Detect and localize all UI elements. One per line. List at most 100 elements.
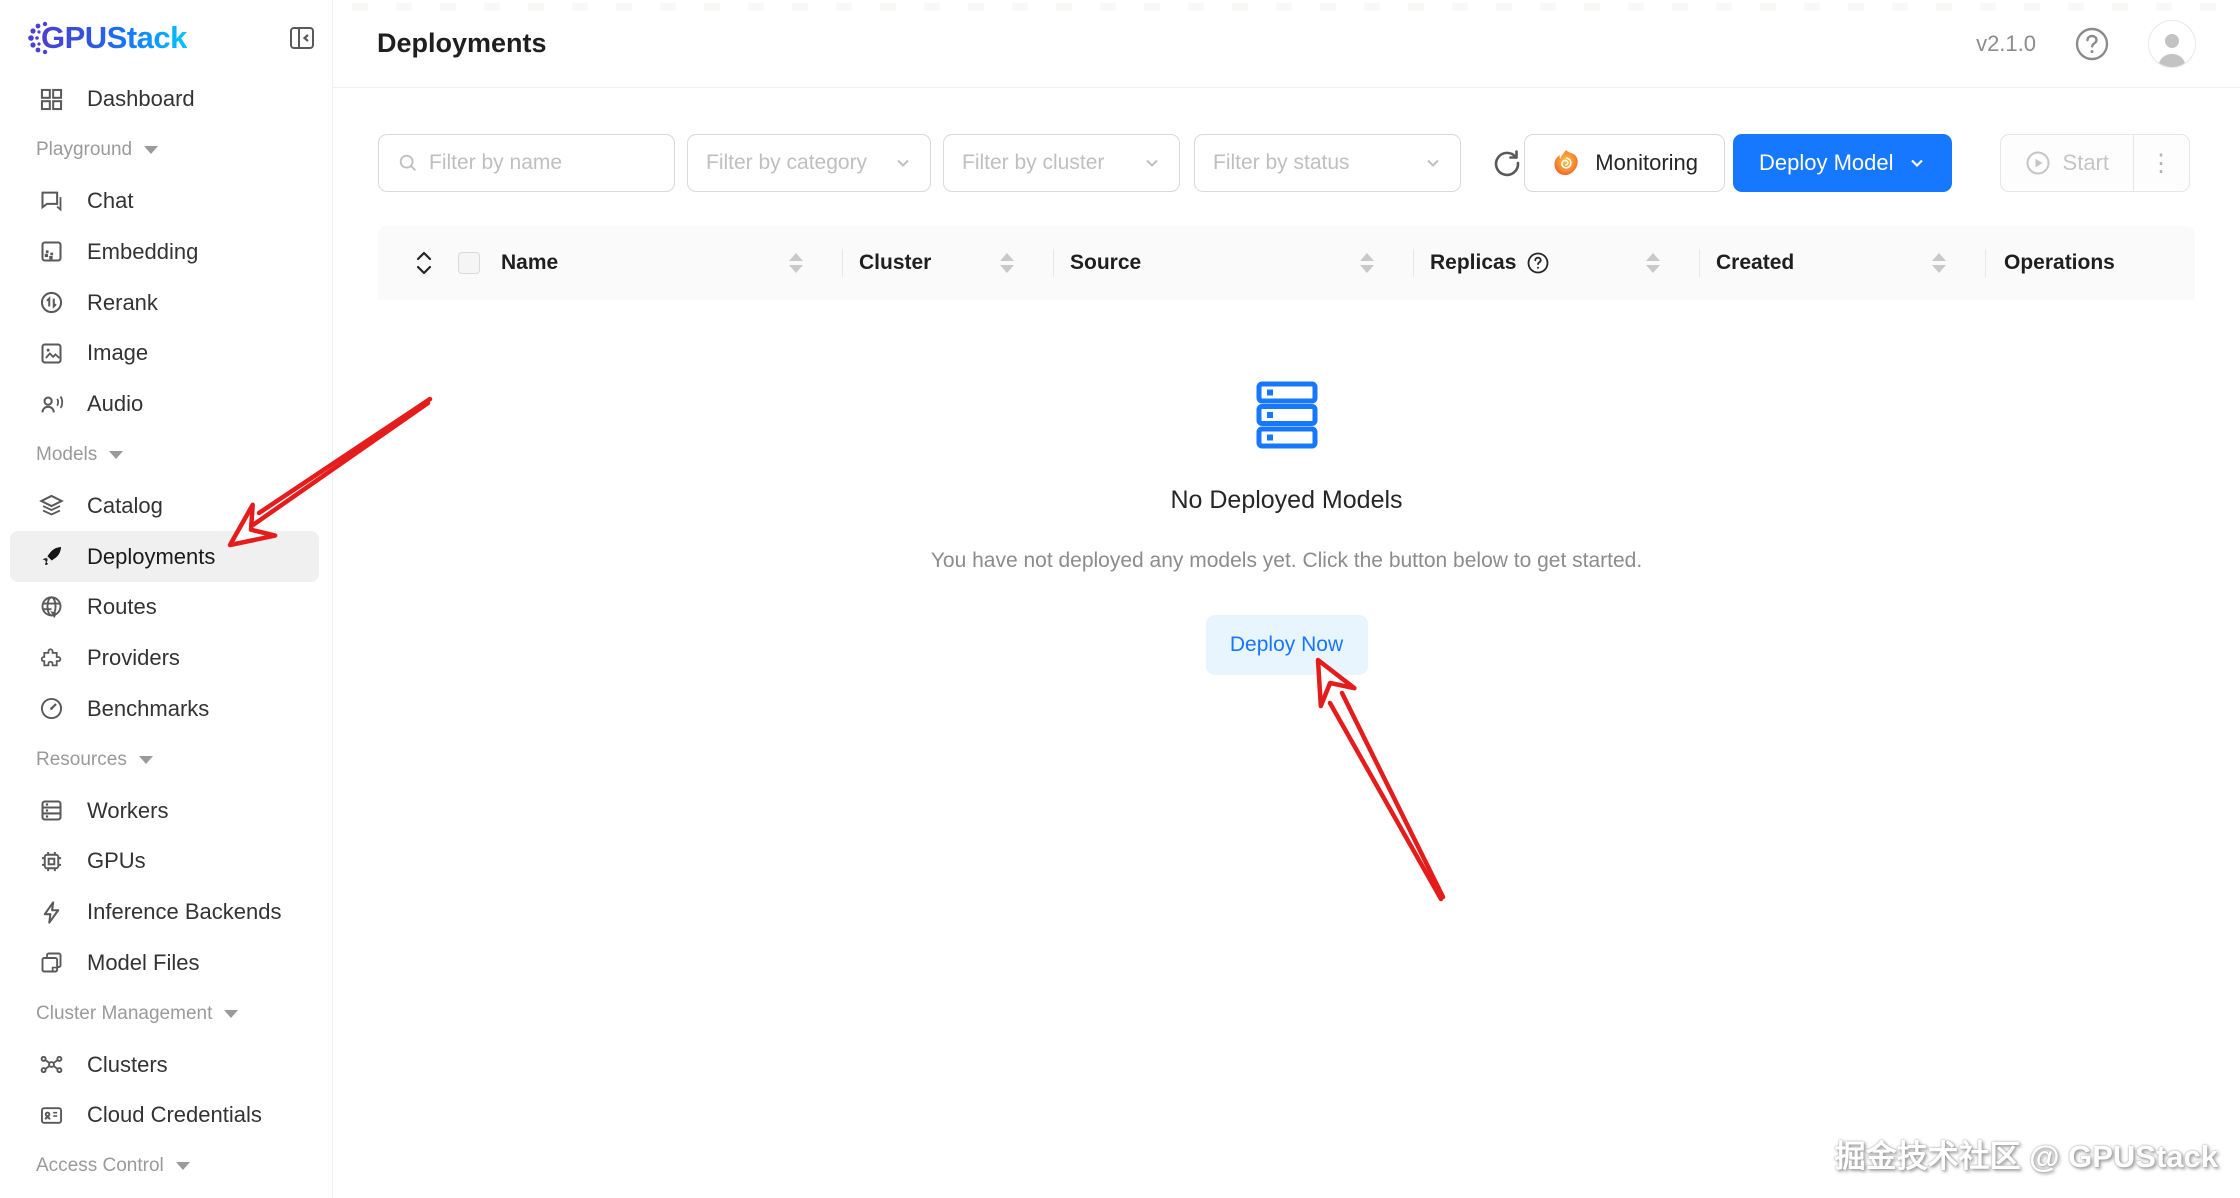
filter-cluster-placeholder: Filter by cluster xyxy=(962,151,1104,175)
table-column-operations: Operations xyxy=(1986,226,2195,300)
chip-icon xyxy=(38,848,65,875)
cluster-icon xyxy=(38,1051,65,1078)
more-actions-button[interactable]: ⋮ xyxy=(2133,135,2189,191)
table-header-tools xyxy=(378,226,501,300)
empty-state: No Deployed Models You have not deployed… xyxy=(378,380,2195,675)
chat-icon xyxy=(38,187,65,214)
clipped-watermark-strip xyxy=(0,3,2240,11)
deploy-model-button[interactable]: Deploy Model xyxy=(1733,134,1952,192)
deploy-now-button[interactable]: Deploy Now xyxy=(1206,615,1368,675)
filter-name-input[interactable] xyxy=(429,151,656,175)
sorter-icon[interactable] xyxy=(1646,253,1660,273)
sidebar-section-label: Models xyxy=(36,444,97,466)
sidebar-item-inference-backends[interactable]: Inference Backends xyxy=(10,887,319,938)
monitoring-label: Monitoring xyxy=(1595,150,1698,176)
catalog-icon xyxy=(38,492,65,519)
replicas-help-icon[interactable] xyxy=(1526,251,1550,275)
table-column-source[interactable]: Source xyxy=(1054,226,1414,300)
filter-cluster-select[interactable]: Filter by cluster xyxy=(943,134,1180,192)
rocket-icon xyxy=(38,543,65,570)
server-icon xyxy=(38,797,65,824)
sidebar-item-label: Benchmarks xyxy=(87,696,209,722)
table-column-name[interactable]: Name xyxy=(501,226,843,300)
monitoring-button[interactable]: Monitoring xyxy=(1524,134,1725,192)
sidebar-item-rerank[interactable]: Rerank xyxy=(10,277,319,328)
sorter-icon[interactable] xyxy=(789,253,803,273)
sidebar: GPUStack Dashboard Playground Chat Embed xyxy=(0,0,333,1198)
sidebar-section-label: Cluster Management xyxy=(36,1003,212,1025)
refresh-icon[interactable] xyxy=(1491,147,1523,179)
sidebar-section-resources[interactable]: Resources xyxy=(10,734,319,785)
sidebar-item-cloud-credentials[interactable]: Cloud Credentials xyxy=(10,1090,319,1141)
select-all-checkbox[interactable] xyxy=(458,252,480,274)
chevron-down-icon xyxy=(894,154,912,172)
deployments-empty-icon xyxy=(1253,380,1321,450)
sidebar-item-workers[interactable]: Workers xyxy=(10,785,319,836)
lightning-icon xyxy=(38,899,65,926)
sidebar-item-label: Inference Backends xyxy=(87,899,281,925)
person-icon xyxy=(2152,27,2192,67)
column-label: Operations xyxy=(2004,251,2115,275)
table-column-replicas[interactable]: Replicas xyxy=(1414,226,1700,300)
grafana-icon xyxy=(1551,148,1581,178)
sidebar-item-image[interactable]: Image xyxy=(10,328,319,379)
user-avatar[interactable] xyxy=(2148,20,2196,68)
sidebar-item-chat[interactable]: Chat xyxy=(10,176,319,227)
table-column-created[interactable]: Created xyxy=(1700,226,1986,300)
sidebar-item-embedding[interactable]: Embedding xyxy=(10,226,319,277)
sidebar-item-label: Deployments xyxy=(87,544,215,570)
sidebar-section-models[interactable]: Models xyxy=(10,430,319,481)
logo-row: GPUStack xyxy=(25,16,316,60)
toolbar: Filter by category Filter by cluster Fil… xyxy=(378,134,2190,192)
sidebar-item-label: Workers xyxy=(87,798,169,824)
app-root: GPUStack Dashboard Playground Chat Embed xyxy=(0,0,2240,1198)
sorter-icon[interactable] xyxy=(1932,253,1946,273)
empty-state-title: No Deployed Models xyxy=(1170,486,1402,515)
sidebar-item-label: Image xyxy=(87,340,148,366)
sidebar-section-playground[interactable]: Playground xyxy=(10,125,319,176)
sidebar-item-dashboard[interactable]: Dashboard xyxy=(10,74,319,125)
filter-category-select[interactable]: Filter by category xyxy=(687,134,931,192)
caret-down-icon xyxy=(144,146,158,154)
sort-all-icon[interactable] xyxy=(414,250,434,276)
chevron-down-icon xyxy=(1908,154,1926,172)
ellipsis-vertical-icon: ⋮ xyxy=(2149,149,2174,178)
sidebar-item-catalog[interactable]: Catalog xyxy=(10,480,319,531)
sorter-icon[interactable] xyxy=(1360,253,1374,273)
deploy-model-label: Deploy Model xyxy=(1759,150,1894,176)
sidebar-item-label: Embedding xyxy=(87,239,198,265)
sidebar-item-gpus[interactable]: GPUs xyxy=(10,836,319,887)
table-column-cluster[interactable]: Cluster xyxy=(843,226,1054,300)
caret-down-icon xyxy=(224,1010,238,1018)
play-circle-icon xyxy=(2025,150,2051,176)
sidebar-section-label: Resources xyxy=(36,749,127,771)
sidebar-item-routes[interactable]: Routes xyxy=(10,582,319,633)
filter-status-select[interactable]: Filter by status xyxy=(1194,134,1461,192)
dashboard-icon xyxy=(38,86,65,113)
sidebar-item-audio[interactable]: Audio xyxy=(10,379,319,430)
sidebar-item-clusters[interactable]: Clusters xyxy=(10,1039,319,1090)
topbar: Deployments v2.1.0 xyxy=(333,0,2240,88)
collapse-sidebar-icon[interactable] xyxy=(288,24,316,52)
audio-icon xyxy=(38,391,65,418)
sorter-icon[interactable] xyxy=(1000,253,1014,273)
start-button[interactable]: Start xyxy=(2001,135,2133,191)
column-label: Created xyxy=(1716,251,1794,275)
sidebar-item-benchmarks[interactable]: Benchmarks xyxy=(10,684,319,735)
start-button-group: Start ⋮ xyxy=(2000,134,2190,192)
topbar-right: v2.1.0 xyxy=(1976,20,2196,68)
help-icon[interactable] xyxy=(2074,26,2110,62)
sidebar-item-providers[interactable]: Providers xyxy=(10,633,319,684)
sidebar-item-deployments[interactable]: Deployments xyxy=(10,531,319,582)
sidebar-section-access-control[interactable]: Access Control xyxy=(10,1141,319,1192)
sidebar-item-model-files[interactable]: Model Files xyxy=(10,938,319,989)
filter-name-field[interactable] xyxy=(378,134,675,192)
chevron-down-icon xyxy=(1424,154,1442,172)
page-title: Deployments xyxy=(377,28,547,59)
caret-down-icon xyxy=(176,1162,190,1170)
sidebar-section-cluster-management[interactable]: Cluster Management xyxy=(10,988,319,1039)
sidebar-item-label: Rerank xyxy=(87,290,158,316)
sidebar-item-label: Cloud Credentials xyxy=(87,1102,262,1128)
version-label: v2.1.0 xyxy=(1976,31,2036,57)
chevron-down-icon xyxy=(1143,154,1161,172)
